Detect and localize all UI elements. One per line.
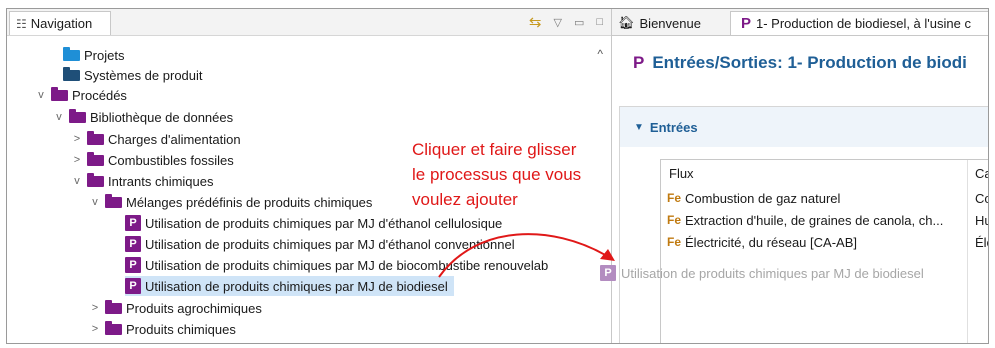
chevron-down-icon[interactable]: v	[35, 89, 47, 101]
folder-icon	[105, 299, 122, 314]
navigation-tree-icon: ☷	[16, 16, 27, 31]
table-row[interactable]: Fe Électricité, du réseau [CA-AB]	[667, 232, 857, 252]
process-icon: P	[741, 15, 752, 32]
tree-item-process-conventionnel[interactable]: P Utilisation de produits chimiques par …	[125, 234, 515, 254]
process-icon: P	[633, 53, 645, 72]
process-icon: P	[600, 265, 616, 281]
elementary-flow-icon: Fe	[667, 191, 682, 205]
home-icon: 🏠︎	[618, 15, 635, 30]
tree-item-process-cellulosique[interactable]: P Utilisation de produits chimiques par …	[125, 213, 502, 233]
tab-bienvenue[interactable]: 🏠︎ Bienvenue	[618, 11, 701, 35]
editor-title: P Entrées/Sorties: 1- Production de biod…	[633, 53, 967, 72]
drag-ghost-process: P Utilisation de produits chimiques par …	[600, 265, 924, 281]
instruction-annotation: Cliquer et faire glisser le processus qu…	[412, 140, 582, 209]
column-header-categorie[interactable]: Cate	[975, 166, 988, 181]
process-icon: P	[125, 236, 141, 252]
chevron-right-icon[interactable]: >	[71, 133, 83, 145]
table-cell-category: Con	[975, 191, 988, 206]
tree-item-process-biodiesel[interactable]: P Utilisation de produits chimiques par …	[125, 276, 454, 296]
editor-tabbar: 🏠︎ Bienvenue P 1- Production de biodiese…	[612, 9, 988, 36]
tab-production-biodiesel[interactable]: P 1- Production de biodiesel, à l'usine …	[730, 11, 988, 35]
tree-item-process-renouvelable[interactable]: P Utilisation de produits chimiques par …	[125, 255, 548, 275]
tree-item-combustibles[interactable]: > Combustibles fossiles	[71, 150, 234, 170]
chevron-down-icon[interactable]: v	[71, 175, 83, 187]
chevron-right-icon[interactable]: >	[89, 323, 101, 335]
chevron-down-icon[interactable]: v	[53, 111, 65, 123]
tree-item-projets[interactable]: Projets	[47, 45, 124, 65]
folder-icon	[87, 130, 104, 145]
app-window: ☷ Navigation ⇆ ▽ ▭ □ ^ Projets Systèmes …	[6, 8, 989, 344]
tree-item-intrants[interactable]: v Intrants chimiques	[71, 171, 214, 191]
table-row[interactable]: Fe Extraction d'huile, de graines de can…	[667, 210, 943, 230]
elementary-flow-icon: Fe	[667, 213, 682, 227]
entrees-section-header[interactable]: ▼ Entrées	[620, 107, 988, 147]
process-icon: P	[125, 215, 141, 231]
view-menu-icon[interactable]: ▽	[553, 16, 561, 29]
tree-item-produits-chimiques[interactable]: > Produits chimiques	[89, 319, 236, 339]
elementary-flow-icon: Fe	[667, 235, 682, 249]
folder-icon	[87, 151, 104, 166]
process-icon: P	[125, 257, 141, 273]
chevron-down-icon[interactable]: v	[89, 196, 101, 208]
inputs-table: Flux Cate Fe Combustion de gaz naturel C…	[660, 159, 988, 343]
folder-icon	[105, 193, 122, 208]
table-cell-category: Huil	[975, 213, 988, 228]
chevron-right-icon[interactable]: >	[71, 154, 83, 166]
link-with-editor-icon[interactable]: ⇆	[529, 13, 542, 31]
minimize-icon[interactable]: ▭	[574, 16, 584, 29]
column-header-flux[interactable]: Flux	[669, 166, 694, 181]
table-row[interactable]: Fe Combustion de gaz naturel	[667, 188, 840, 208]
folder-icon	[51, 86, 68, 101]
tree-item-systemes[interactable]: Systèmes de produit	[47, 65, 203, 85]
tree-item-charges[interactable]: > Charges d'alimentation	[71, 129, 241, 149]
entrees-section: ▼ Entrées Flux Cate Fe Combustion de gaz…	[619, 106, 988, 343]
folder-icon	[105, 320, 122, 335]
folder-icon	[87, 172, 104, 187]
maximize-icon[interactable]: □	[596, 16, 603, 28]
folder-icon	[69, 108, 86, 123]
navigation-header: ☷ Navigation ⇆ ▽ ▭ □	[7, 9, 611, 36]
collapse-triangle-icon[interactable]: ▼	[634, 122, 644, 133]
chevron-right-icon[interactable]: >	[89, 302, 101, 314]
scroll-up-icon[interactable]: ^	[597, 47, 603, 61]
table-cell-category: Élec	[975, 235, 988, 250]
navigation-tab-label: Navigation	[30, 16, 93, 31]
tree-item-procedes[interactable]: v Procédés	[35, 85, 127, 105]
tree-item-bibliotheque[interactable]: v Bibliothèque de données	[53, 107, 233, 127]
tab-navigation[interactable]: ☷ Navigation	[9, 11, 111, 35]
tree-item-melanges[interactable]: v Mélanges prédéfinis de produits chimiq…	[89, 192, 372, 212]
tree-item-agrochimiques[interactable]: > Produits agrochimiques	[89, 298, 262, 318]
folder-icon	[63, 46, 80, 61]
process-icon: P	[125, 278, 141, 294]
folder-icon	[63, 66, 80, 81]
